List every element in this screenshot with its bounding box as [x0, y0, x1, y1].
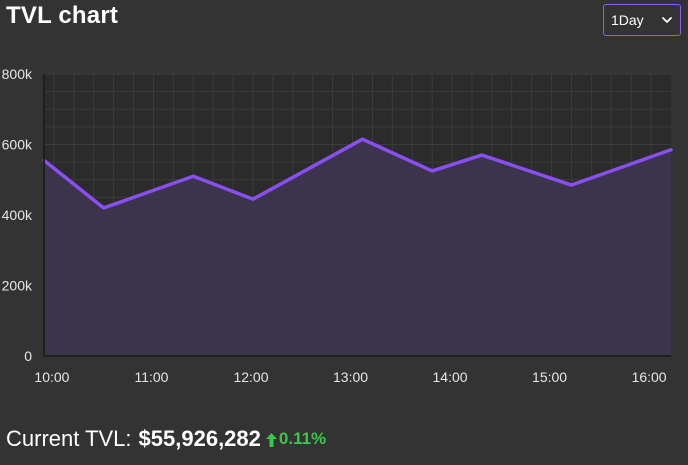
x-tick-label: 10:00 — [34, 369, 69, 385]
x-tick-label: 12:00 — [233, 369, 268, 385]
current-tvl-value: $55,926,282 — [138, 426, 261, 451]
tvl-change-value: 0.11% — [278, 429, 327, 448]
current-tvl: Current TVL: $55,926,282 0.11% — [6, 426, 326, 452]
x-tick-label: 14:00 — [433, 369, 468, 385]
tvl-chart-svg: 0 200k 400k 600k 800k 10:00 11:00 12:00 13:00 14:… — [2, 66, 673, 385]
y-tick-label: 800k — [2, 66, 33, 82]
current-tvl-label: Current TVL: — [6, 426, 132, 451]
chart-title: TVL chart — [6, 2, 119, 29]
x-tick-label: 15:00 — [532, 369, 567, 385]
tvl-chart: 0 200k 400k 600k 800k 10:00 11:00 12:00 13:00 14:… — [0, 60, 688, 400]
tvl-change: 0.11% — [265, 429, 327, 449]
time-range-select[interactable]: 1Day — [603, 4, 681, 36]
y-tick-label: 200k — [2, 278, 33, 294]
chevron-down-icon — [662, 17, 672, 23]
time-range-value: 1Day — [611, 12, 644, 28]
y-tick-label: 0 — [24, 348, 32, 364]
arrow-up-icon — [265, 433, 277, 447]
y-tick-label: 400k — [2, 207, 33, 223]
y-tick-label: 600k — [2, 137, 33, 153]
x-tick-label: 16:00 — [632, 369, 667, 385]
x-tick-label: 11:00 — [134, 369, 168, 385]
x-tick-label: 13:00 — [333, 369, 368, 385]
